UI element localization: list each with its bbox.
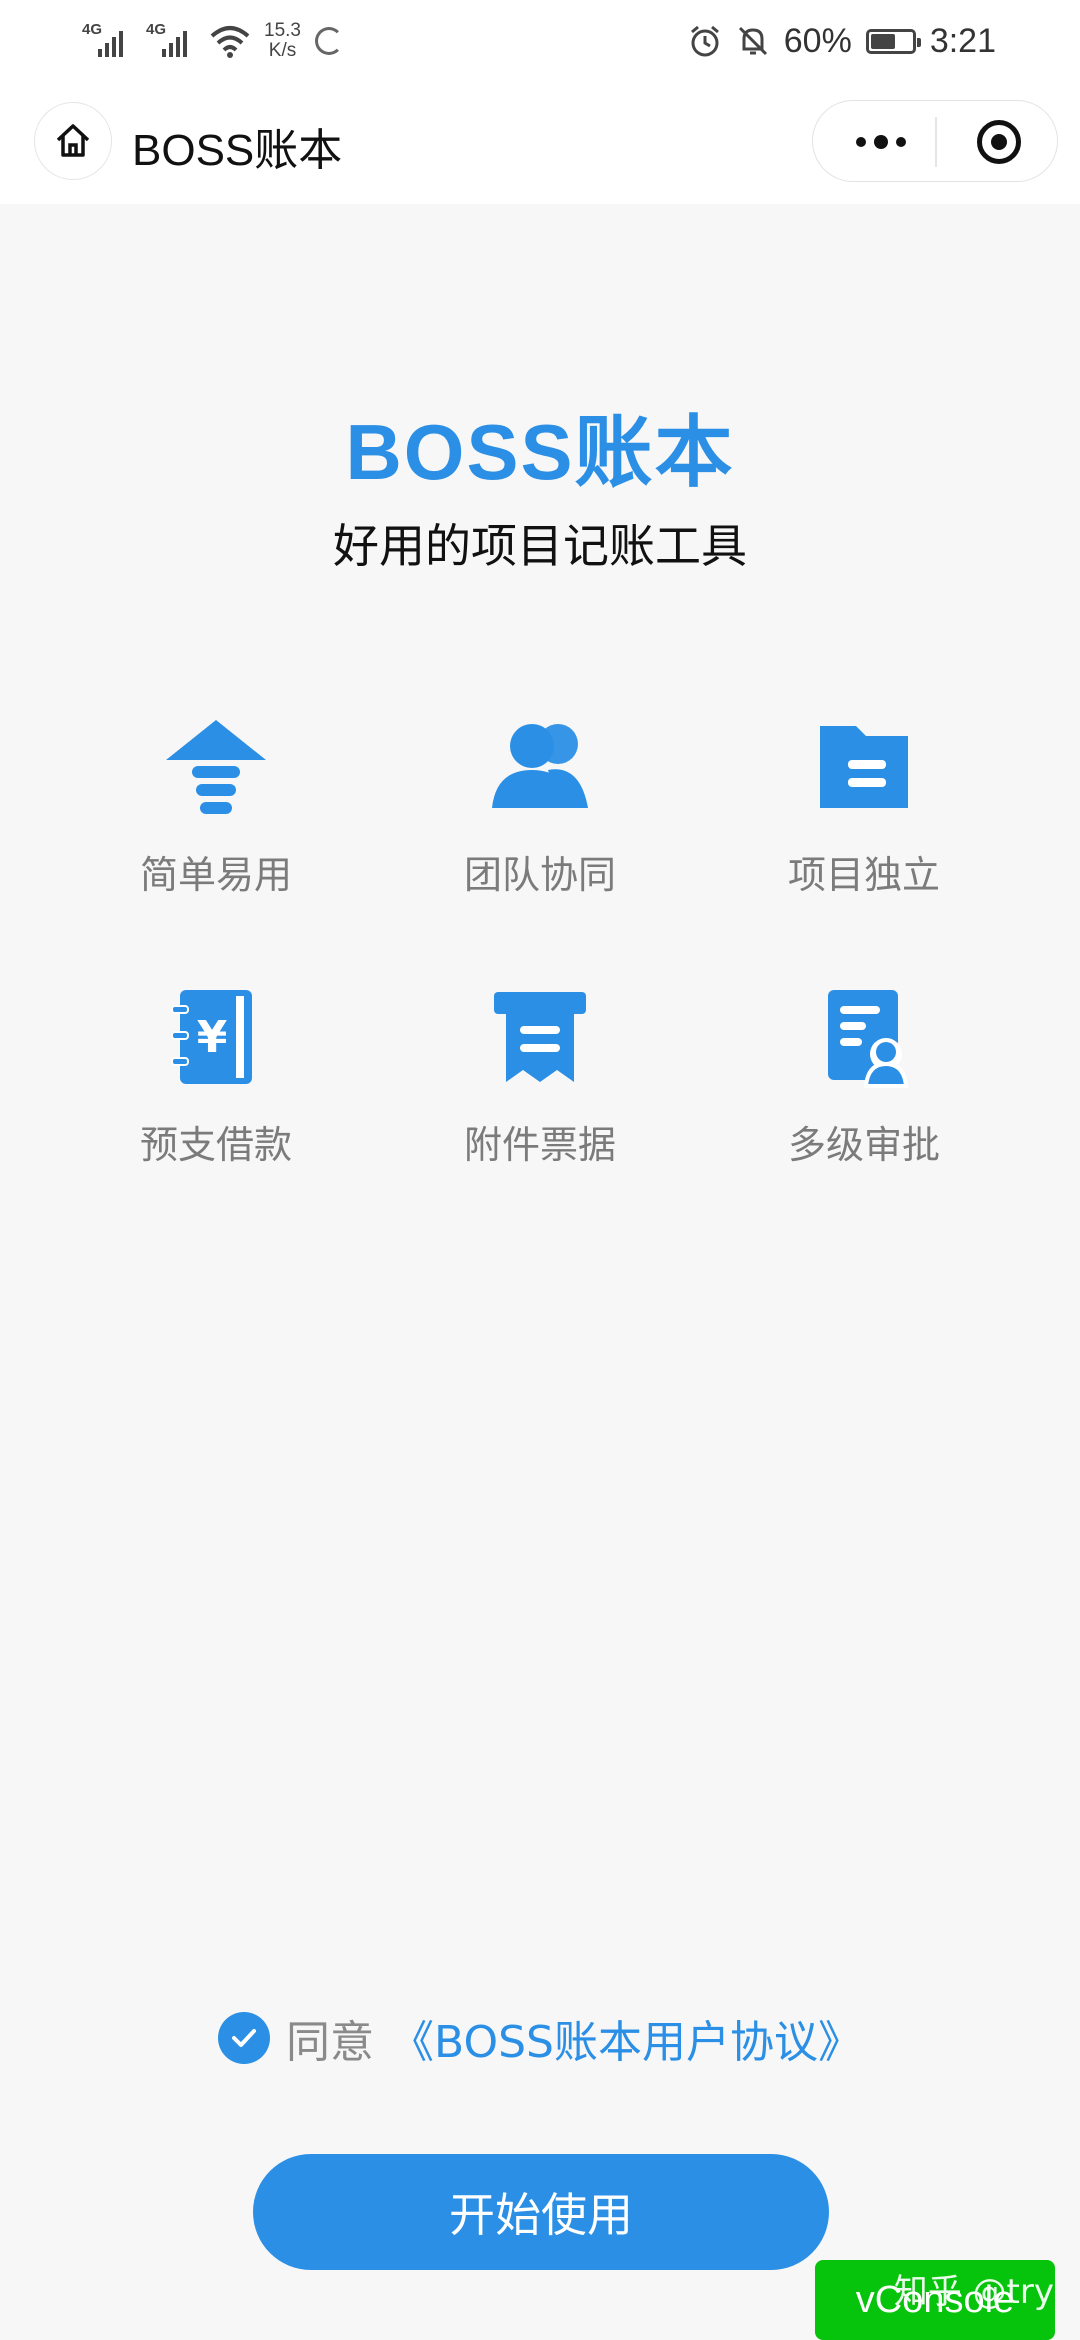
home-button[interactable]: [34, 102, 112, 180]
team-icon: [492, 724, 588, 808]
feature-item: 团队协同: [378, 712, 702, 897]
brand-logo: BOSS账本: [345, 408, 735, 496]
receipt-icon: [494, 992, 586, 1082]
slogan: 好用的项目记账工具: [333, 519, 747, 573]
feature-item: 简单易用: [54, 712, 378, 897]
target-icon: [991, 134, 1007, 150]
speed-unit: K/s: [268, 40, 297, 61]
feature-item: 附件票据: [378, 982, 702, 1167]
capsule-divider: [935, 117, 937, 167]
arrow-up-stack-icon: [166, 720, 266, 814]
feature-item: 多级审批: [702, 982, 1026, 1167]
loading-icon: [314, 27, 343, 55]
watermark: 知乎 @try: [893, 2272, 1054, 2312]
feature-label: 简单易用: [139, 853, 292, 897]
document-user-icon: [828, 990, 909, 1088]
network-speed: 15.3 K/s: [264, 21, 301, 61]
speed-value: 15.3: [264, 20, 301, 41]
feature-grid: 简单易用 团队协同 项目独立 ¥ 预支借款 附件票据 多级审批: [0, 712, 1080, 1167]
battery-percent: 60%: [783, 21, 852, 60]
feature-label: 预支借款: [139, 1123, 292, 1167]
agree-label: 同意: [286, 2017, 375, 2068]
alarm-icon: [690, 25, 719, 57]
folder-icon: [820, 726, 908, 808]
mute-bell-icon: [738, 26, 767, 56]
nav-bar: BOSS账本: [0, 82, 1080, 204]
wifi-icon: [210, 26, 250, 58]
feature-label: 团队协同: [463, 853, 616, 897]
battery-icon: [865, 28, 921, 54]
agreement-row: 同意 《BOSS账本用户协议》: [0, 2006, 1080, 2070]
mini-program-capsule: [812, 100, 1058, 182]
user-agreement-link[interactable]: 《BOSS账本用户协议》: [390, 2006, 862, 2070]
nav-title: BOSS账本: [132, 126, 343, 175]
status-bar: 4G 4G 15.3 K/s 60% 3:21: [0, 0, 1080, 82]
feature-item: 项目独立: [702, 712, 1026, 897]
clock: 3:21: [929, 21, 996, 60]
svg-text:¥: ¥: [197, 1012, 228, 1063]
signal-icon: 4G: [82, 21, 132, 61]
check-icon: [232, 2029, 257, 2047]
start-button[interactable]: 开始使用: [253, 2154, 829, 2270]
feature-label: 项目独立: [787, 853, 940, 897]
feature-label: 附件票据: [463, 1123, 616, 1167]
more-button[interactable]: [841, 101, 921, 183]
signal-icon: 4G: [146, 21, 196, 61]
feature-label: 多级审批: [787, 1123, 940, 1167]
agree-checkbox[interactable]: [218, 2012, 271, 2064]
feature-item: ¥ 预支借款: [54, 982, 378, 1167]
close-button[interactable]: [977, 120, 1021, 164]
yuan-notebook-icon: ¥: [171, 990, 252, 1084]
home-icon: [56, 124, 90, 157]
